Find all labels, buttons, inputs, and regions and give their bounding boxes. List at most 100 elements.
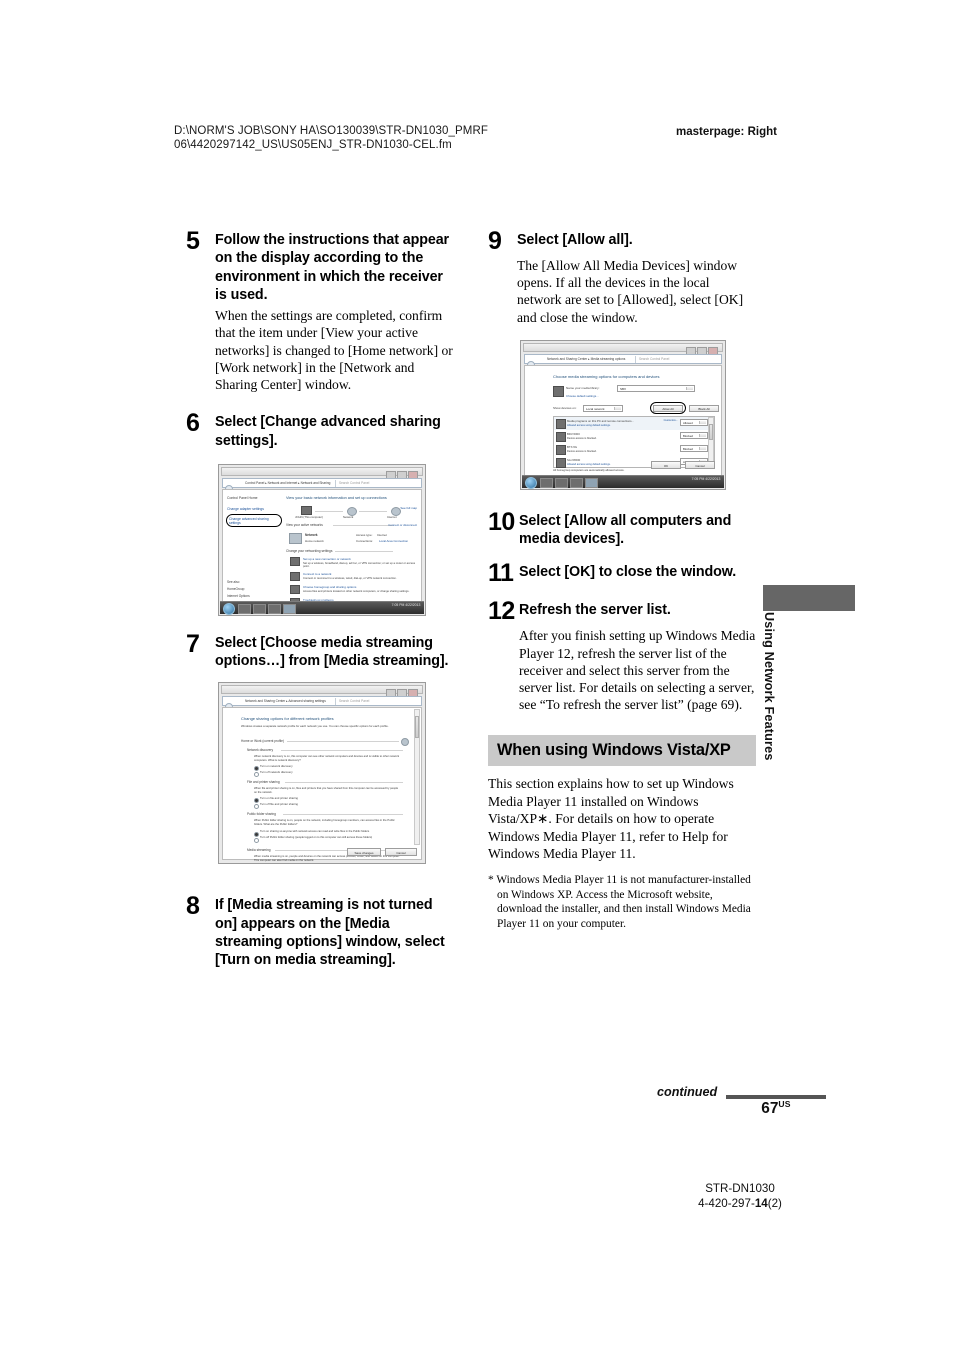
taskbar-item-1[interactable]: [540, 477, 553, 488]
step-6-number: 6: [186, 409, 200, 438]
group-2-name: Public folder sharing: [247, 812, 276, 817]
start-orb-icon[interactable]: [223, 602, 235, 615]
search-input[interactable]: Search Control Panel: [335, 479, 419, 487]
device-row-2[interactable]: BTX-5G Device access is blocked. Blocked: [554, 443, 714, 456]
section-heading: When using Windows Vista/XP: [488, 735, 756, 767]
device-row-0[interactable]: Media programs on this PC and remote con…: [554, 416, 714, 430]
nav-buttons[interactable]: [225, 698, 241, 730]
nav-buttons[interactable]: [225, 480, 241, 511]
connections-value[interactable]: Local Area Connection: [379, 539, 408, 543]
choose-default-settings-link[interactable]: Choose default settings...: [566, 394, 599, 398]
connect-disconnect-link[interactable]: Connect or disconnect: [388, 523, 417, 527]
step-8-number: 8: [186, 892, 200, 921]
group-0-name: Network discovery: [247, 748, 274, 753]
group-2-option-0[interactable]: Turn on sharing so anyone with network a…: [260, 830, 401, 833]
device-1-state-select[interactable]: Blocked: [680, 431, 708, 439]
vertical-scrollbar[interactable]: [414, 709, 420, 846]
left-column: 5 Follow the instructions that appear on…: [186, 228, 454, 970]
block-all-button[interactable]: Block All: [689, 404, 719, 412]
settings-item-1-desc: Connect or reconnect to a wireless, wire…: [303, 576, 397, 580]
computer-icon: [301, 505, 312, 515]
figure-main-desc: Windows creates a separate network profi…: [241, 724, 389, 729]
section-paragraph: This section explains how to set up Wind…: [488, 776, 734, 862]
step-7: 7 Select [Choose media streaming options…: [186, 631, 454, 671]
active-network-type: Home network: [305, 538, 324, 543]
sidebar-item-internet-options[interactable]: Internet Options: [227, 594, 250, 598]
group-1-option-1[interactable]: Turn off file and printer sharing: [260, 802, 298, 806]
settings-item-2-title[interactable]: Choose homegroup and sharing options: [303, 585, 356, 589]
cancel-button[interactable]: Cancel: [385, 848, 417, 857]
device-3-desc: Allowed access using default settings.: [567, 462, 611, 466]
group-0-option-0[interactable]: Turn on network discovery: [260, 764, 293, 768]
settings-item-0-title[interactable]: Set up a new connection or network: [303, 557, 351, 561]
taskbar-item-2[interactable]: [253, 603, 266, 614]
model-name: STR-DN1030: [705, 1182, 775, 1195]
step-9-number: 9: [488, 227, 502, 255]
group-2-option-1[interactable]: Turn off Public folder sharing (people l…: [260, 836, 401, 839]
address-bar[interactable]: Network and Sharing Center ▸ Advanced sh…: [222, 696, 422, 730]
manual-page: D:\NORM'S JOB\SONY HA\SO130039\STR-DN103…: [0, 0, 954, 1350]
start-orb-icon[interactable]: [525, 476, 537, 489]
step-10-number: 10: [488, 507, 515, 536]
radio-on-icon[interactable]: [254, 766, 259, 772]
callout-change-advanced-sharing-settings: [226, 513, 282, 527]
media-library-name-value: SBX: [620, 386, 627, 391]
radio-on-icon[interactable]: [254, 832, 259, 838]
nav-buttons[interactable]: [527, 356, 543, 387]
taskbar-item-3[interactable]: [570, 477, 583, 488]
home-network-icon: [289, 532, 302, 544]
address-bar[interactable]: Control Panel ▸ Network and Internet ▸ N…: [222, 477, 422, 511]
taskbar-item-3[interactable]: [268, 603, 281, 614]
media-library-name-input[interactable]: SBX: [617, 384, 695, 392]
device-2-name: BTX-5G: [567, 444, 578, 449]
homegroup-sharing-icon: [290, 584, 300, 594]
cancel-button[interactable]: Cancel: [685, 460, 715, 469]
group-2-desc: When Public folder sharing is on, people…: [254, 819, 395, 826]
step-8-title: If [Media streaming is not turned on] ap…: [215, 897, 445, 969]
device-0-state-select[interactable]: Allowed: [680, 418, 708, 426]
group-1-option-0[interactable]: Turn on file and printer sharing: [260, 796, 298, 800]
taskbar-item-4[interactable]: [585, 477, 598, 488]
group-0-option-1[interactable]: Turn off network discovery: [260, 770, 293, 774]
device-row-1[interactable]: BDV-5000 Device access is blocked. Block…: [554, 430, 714, 443]
settings-item-1-title[interactable]: Connect to a network: [303, 572, 331, 576]
access-type-label: Access type:: [356, 532, 373, 537]
device-0-customize-link[interactable]: Customize...: [664, 419, 678, 422]
map-label-network: Network: [343, 514, 354, 519]
taskbar[interactable]: 7:05 PM 4/22/2013: [220, 600, 424, 615]
group-1-desc: When file and printer sharing is on, fil…: [254, 787, 399, 794]
taskbar-item-4[interactable]: [283, 603, 296, 614]
radio-off-icon[interactable]: [254, 838, 259, 844]
breadcrumb[interactable]: Control Panel ▸ Network and Internet ▸ N…: [245, 480, 331, 487]
collapse-icon[interactable]: [401, 738, 409, 747]
device-list-scrollbar[interactable]: [708, 416, 714, 467]
sidebar-item-control-panel-home[interactable]: Control Panel Home: [227, 496, 258, 500]
sidebar-item-change-adapter-settings[interactable]: Change adapter settings: [227, 507, 264, 511]
step-9: 9 Select [Allow all]. The [Allow All Med…: [488, 228, 756, 326]
taskbar-item-2[interactable]: [555, 477, 568, 488]
device-0-name: Media programs on this PC and remote con…: [567, 418, 634, 423]
radio-off-icon[interactable]: [254, 772, 259, 778]
address-bar[interactable]: Network and Sharing Center ▸ Media strea…: [524, 353, 722, 387]
radio-off-icon[interactable]: [254, 804, 259, 810]
figure-network-sharing-center: Control Panel ▸ Network and Internet ▸ N…: [218, 463, 426, 616]
search-input[interactable]: Search Control Panel: [335, 698, 419, 706]
taskbar[interactable]: 7:05 PM 4/22/2013: [522, 474, 724, 489]
file-path-header: D:\NORM'S JOB\SONY HA\SO130039\STR-DN103…: [174, 124, 594, 152]
scrollbar-thumb[interactable]: [709, 423, 713, 440]
scrollbar-thumb[interactable]: [415, 716, 419, 739]
show-devices-select[interactable]: Local network: [583, 404, 623, 412]
profile-row-label[interactable]: Home or Work (current profile): [241, 739, 284, 743]
breadcrumb[interactable]: Network and Sharing Center ▸ Media strea…: [547, 356, 631, 363]
device-2-state-select[interactable]: Blocked: [680, 444, 708, 452]
radio-on-icon[interactable]: [254, 798, 259, 804]
device-1-name: BDV-5000: [567, 431, 580, 436]
search-input[interactable]: Search Control Panel: [635, 355, 719, 363]
ok-button[interactable]: OK: [651, 460, 681, 469]
see-full-map-link[interactable]: See full map: [400, 506, 417, 510]
taskbar-item-1[interactable]: [238, 603, 251, 614]
step-11-number: 11: [488, 559, 514, 588]
breadcrumb[interactable]: Network and Sharing Center ▸ Advanced sh…: [245, 698, 331, 705]
save-changes-button[interactable]: Save changes: [347, 848, 381, 857]
sidebar-item-homegroup[interactable]: HomeGroup: [227, 587, 244, 591]
